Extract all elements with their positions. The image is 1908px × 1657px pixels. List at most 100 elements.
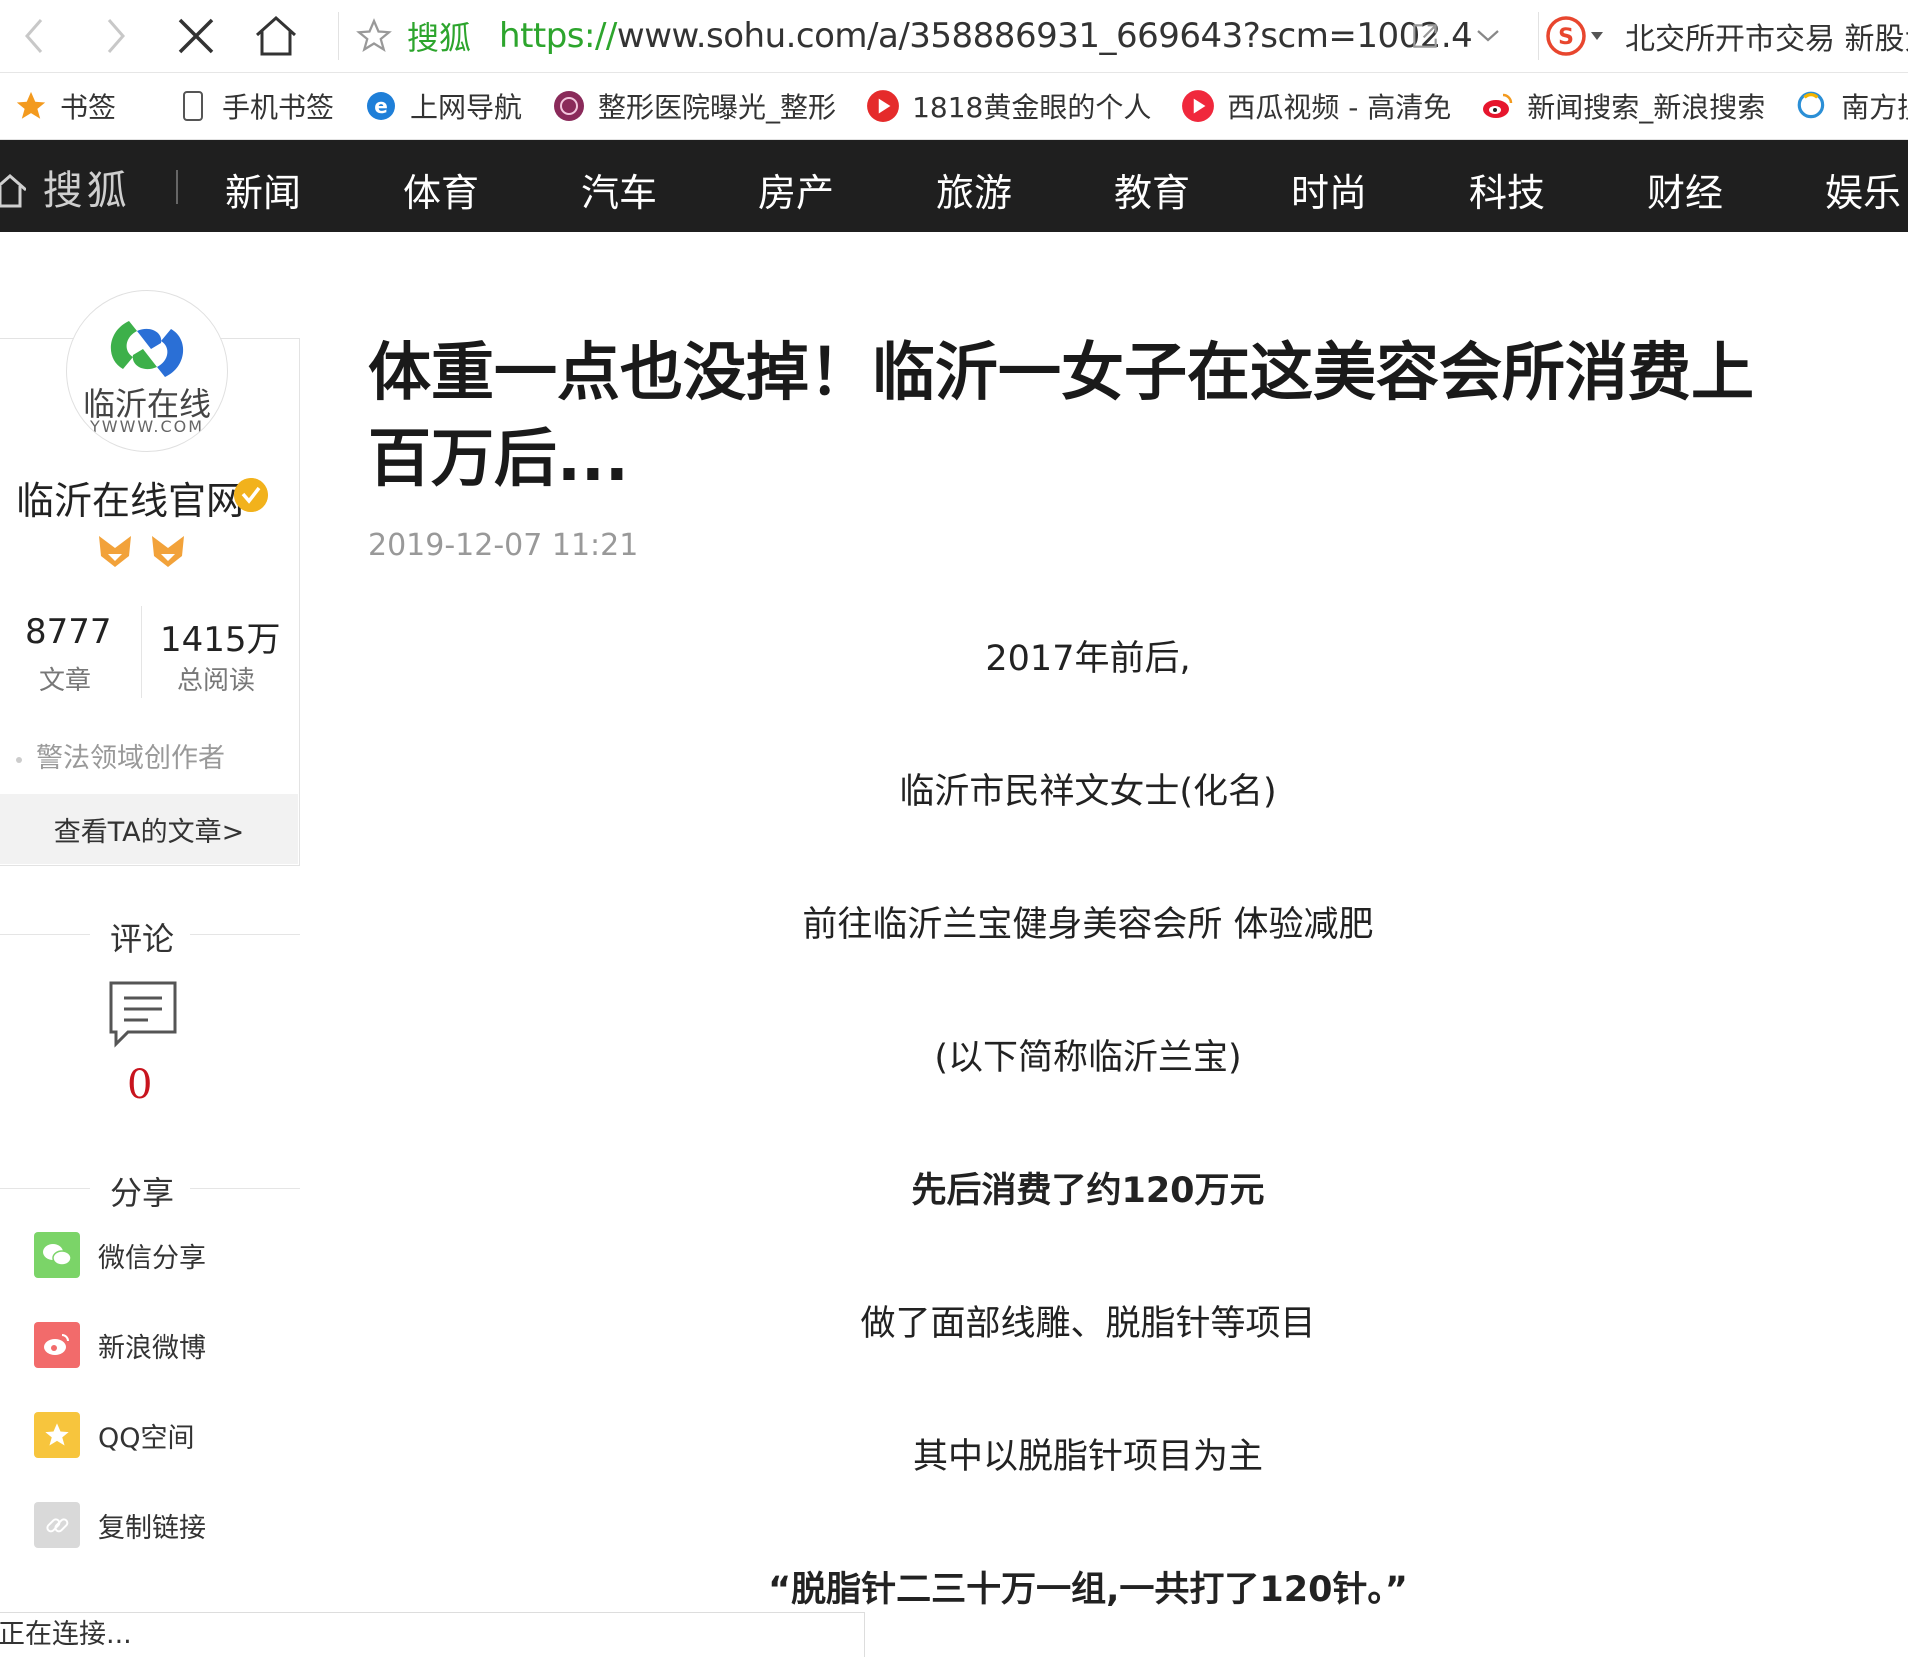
nav-item-entertainment[interactable]: 娱乐 [1825,162,1901,217]
chevron-right-icon [107,19,125,53]
section-line [190,1188,300,1189]
sohu-nav-bar: 搜狐 新闻 体育 汽车 房产 旅游 教育 时尚 科技 财经 娱乐 [0,140,1908,232]
share-label: 新浪微博 [98,1332,206,1364]
search-engine-button[interactable]: S [1544,6,1604,66]
share-weibo-button[interactable]: 新浪微博 [34,1322,206,1368]
nav-item-fashion[interactable]: 时尚 [1291,162,1367,217]
address-bar[interactable]: 搜狐 https://www.sohu.com/a/358886931_6696… [355,8,1535,64]
article-paragraph: 先后消费了约120万元 [911,1171,1265,1211]
bookmark-label: 新闻搜索_新浪搜索 [1527,91,1766,124]
url-path: www.sohu.com/a/358886931_669643?scm=1002… [616,16,1473,56]
star-icon [14,89,48,123]
share-icon [1413,24,1437,48]
nav-divider [176,170,178,204]
article-paragraph: (以下简称临沂兰宝) [934,1038,1242,1078]
article-paragraph: 2017年前后, [985,639,1191,679]
chevron-left-icon [25,19,43,53]
close-icon [178,18,214,54]
article-paragraph: “脱脂针二三十万一组,一共打了120针。” [768,1570,1408,1610]
home-icon [0,174,27,208]
bookmark-item-mobile[interactable]: 手机书签 [176,86,334,126]
sohu-logo-text: 搜狐 [42,168,131,214]
toolbar-divider [338,12,339,60]
home-icon [255,15,297,56]
comment-count[interactable]: 0 [127,1062,152,1108]
nav-item-finance[interactable]: 财经 [1647,162,1723,217]
bookmark-label: 西瓜视频 - 高清免 [1227,91,1452,124]
bookmark-item-bookmarks[interactable]: 书签 [14,86,116,126]
share-copy-link-button[interactable]: 复制链接 [34,1502,206,1548]
article-date: 2019-12-07 11:21 [368,528,639,563]
bookmark-label: 书签 [60,91,117,124]
chevron-down-icon [1477,30,1499,42]
section-line [0,934,90,935]
site-name-label: 搜狐 [407,19,472,57]
share-label: QQ空间 [98,1422,195,1454]
nav-item-travel[interactable]: 旅游 [936,162,1012,217]
share-label: 复制链接 [98,1512,206,1544]
article-paragraph: 其中以脱脂针项目为主 [912,1437,1263,1477]
share-page-button[interactable] [1395,6,1455,66]
bookmark-label: 上网导航 [410,91,523,124]
address-dropdown-button[interactable] [1458,6,1518,66]
star-outline-icon[interactable] [355,18,393,54]
bookmark-label: 手机书签 [222,91,335,124]
articles-label: 文章 [39,666,92,696]
play-icon [866,89,900,123]
bookmark-item-nanfang[interactable]: 南方搜索_南 [1795,86,1908,126]
sogou-icon: S [1546,16,1586,56]
hospital-icon [552,89,586,123]
home-button[interactable] [246,6,306,66]
news-ticker[interactable]: 北交所开市交易 新股大 [1625,14,1908,58]
author-tag: 警法领域创作者 [16,736,225,775]
bookmark-item-1818[interactable]: 1818黄金眼的个人 [866,86,1151,126]
svg-text:S: S [1558,25,1574,50]
author-tag-text: 警法领域创作者 [36,743,225,774]
status-bar: 正在连接... [0,1612,865,1657]
weibo-icon [34,1322,80,1368]
article-paragraph: 前往临沂兰宝健身美容会所 体验减肥 [802,905,1374,945]
view-articles-button[interactable]: 查看TA的文章> [0,794,298,864]
author-level-badges [96,534,187,572]
url-text[interactable]: https://www.sohu.com/a/358886931_669643?… [499,16,1473,56]
nav-item-house[interactable]: 房产 [758,162,834,217]
forward-button[interactable] [86,6,146,66]
section-line [0,1188,90,1189]
article-paragraph: 做了面部线雕、脱脂针等项目 [860,1304,1316,1344]
bullet-dot [16,756,22,763]
articles-count: 8777 [25,612,112,652]
bookmark-item-hospital[interactable]: 整形医院曝光_整形 [552,86,836,126]
comment-icon[interactable] [108,980,178,1048]
bookmark-label: 整形医院曝光_整形 [598,91,837,124]
fox-icon [152,536,185,567]
bookmark-item-xigua[interactable]: 西瓜视频 - 高清免 [1181,86,1451,126]
bookmark-item-sina-search[interactable]: 新闻搜索_新浪搜索 [1481,86,1765,126]
bookmarks-bar: 书签 手机书签 e 上网导航 整形医院曝光_整形 1818黄金眼的个人 西瓜视频… [0,73,1908,140]
weibo-icon [1481,89,1515,123]
bookmark-label: 1818黄金眼的个人 [912,91,1152,124]
stop-button[interactable] [166,6,226,66]
bookmark-label: 南方搜索_南 [1841,91,1908,124]
avatar-subtext: YWWW.COM [89,417,205,436]
nav-item-tech[interactable]: 科技 [1469,162,1545,217]
nav-item-sports[interactable]: 体育 [403,162,479,217]
caret-down-icon [1591,32,1603,40]
author-name[interactable]: 临沂在线官网 [16,470,244,525]
verified-badge-icon [234,478,268,512]
avatar[interactable]: 临沂在线 YWWW.COM [66,290,228,452]
search-icon [1795,89,1829,123]
article-paragraph: 临沂市民祥文女士(化名) [899,772,1277,812]
nav-item-news[interactable]: 新闻 [225,162,301,217]
share-wechat-button[interactable]: 微信分享 [34,1232,206,1278]
share-qzone-button[interactable]: QQ空间 [34,1412,195,1458]
reads-label: 总阅读 [177,666,256,696]
back-button[interactable] [4,6,64,66]
nav-item-auto[interactable]: 汽车 [581,162,657,217]
sohu-logo[interactable]: 搜狐 [0,158,131,216]
wechat-icon [34,1232,80,1278]
play-icon [1181,89,1215,123]
nav-item-education[interactable]: 教育 [1114,162,1190,217]
bookmark-item-nav[interactable]: e 上网导航 [364,86,522,126]
section-line [190,934,300,935]
toolbar-divider [1538,12,1539,60]
